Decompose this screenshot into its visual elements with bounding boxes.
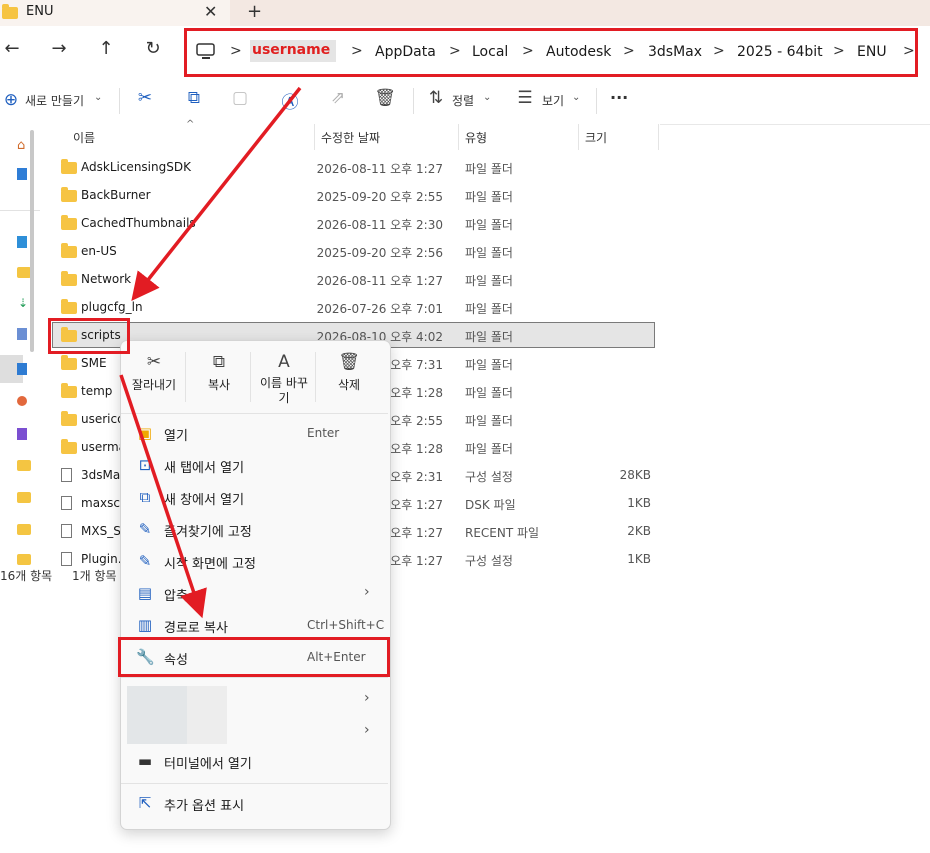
annotation-arrows (119, 86, 302, 619)
arrow-to-scripts (131, 86, 302, 301)
arrow-to-properties (119, 374, 207, 619)
